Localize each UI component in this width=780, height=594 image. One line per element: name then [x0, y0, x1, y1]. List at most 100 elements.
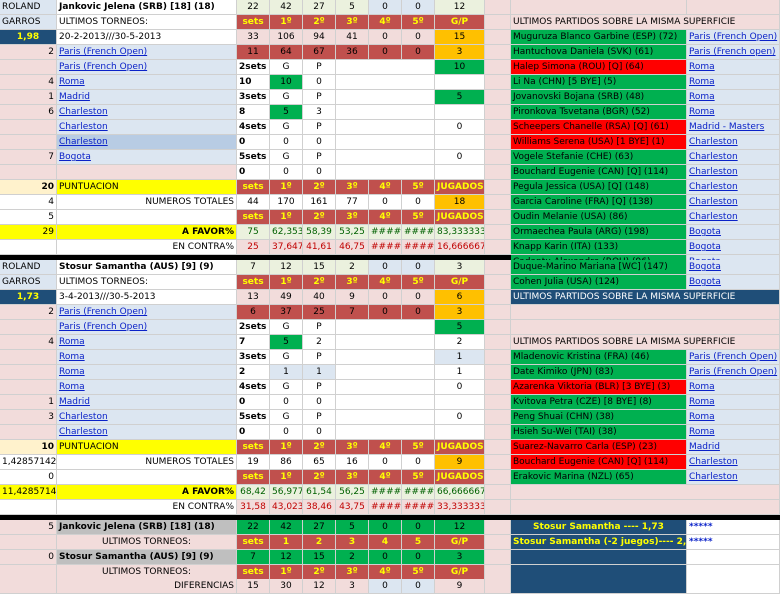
cell[interactable]: 2º [303, 565, 336, 580]
cell[interactable]: 0 [402, 195, 435, 210]
empty-cell[interactable] [435, 105, 485, 120]
cell[interactable]: 4º [369, 275, 402, 290]
empty-cell[interactable] [485, 225, 511, 240]
cell[interactable]: Scheepers Chanelle (RSA) [Q] (61) [511, 120, 687, 135]
cell[interactable]: ####### [369, 240, 402, 255]
tournament-link[interactable]: Roma [57, 335, 237, 350]
cell[interactable]: 2sets [237, 60, 270, 75]
cell[interactable]: ULTIMOS PARTIDOS SOBRE LA MISMA SUPERFIC… [511, 290, 780, 305]
cell[interactable]: G [270, 90, 303, 105]
cell[interactable]: 7 [237, 335, 270, 350]
empty-cell[interactable] [57, 210, 237, 225]
cell[interactable]: 0 [435, 150, 485, 165]
cell[interactable]: 12 [270, 550, 303, 565]
empty-cell[interactable] [336, 380, 435, 395]
cell[interactable]: 5º [402, 565, 435, 580]
cell[interactable]: Vogele Stefanie (CHE) (63) [511, 150, 687, 165]
cell[interactable]: 1º [270, 180, 303, 195]
cell[interactable]: G/P [435, 15, 485, 30]
cell[interactable]: 3 [435, 45, 485, 60]
cell[interactable]: sets [237, 470, 270, 485]
cell[interactable]: 42 [270, 0, 303, 15]
cell[interactable]: 0 [369, 305, 402, 320]
cell[interactable]: 19 [237, 455, 270, 470]
cell[interactable]: 20 [0, 180, 57, 195]
cell[interactable]: 5º [402, 440, 435, 455]
cell[interactable]: 2º [303, 275, 336, 290]
cell[interactable]: 0 [369, 45, 402, 60]
cell[interactable]: 5º [402, 275, 435, 290]
cell[interactable]: 2º [303, 180, 336, 195]
cell[interactable]: 4 [0, 195, 57, 210]
cell[interactable]: Stosur Samantha (-2 juegos)---- 2,06 [511, 535, 687, 550]
cell[interactable]: 41 [336, 30, 369, 45]
cell[interactable]: 41,61 [303, 240, 336, 255]
cell[interactable]: 4sets [237, 120, 270, 135]
cell[interactable]: 3-4-2013///30-5-2013 [57, 290, 237, 305]
cell[interactable]: 0 [303, 75, 336, 90]
tournament-link[interactable]: Charleston [57, 425, 237, 440]
tournament-link[interactable]: Bogota [687, 260, 780, 275]
cell[interactable]: Erakovic Marina (NZL) (65) [511, 470, 687, 485]
empty-cell[interactable] [485, 180, 511, 195]
empty-cell[interactable] [511, 0, 687, 15]
empty-cell[interactable] [485, 470, 511, 485]
empty-cell[interactable] [485, 410, 511, 425]
cell[interactable]: 3º [336, 180, 369, 195]
cell[interactable]: 56,977 [270, 485, 303, 500]
cell[interactable]: Date Kimiko (JPN) (83) [511, 365, 687, 380]
tournament-link[interactable]: Madrid [57, 395, 237, 410]
cell[interactable]: 1 [0, 90, 57, 105]
tournament-link[interactable]: Charleston [687, 150, 780, 165]
cell[interactable]: 3sets [237, 350, 270, 365]
cell[interactable]: 106 [270, 30, 303, 45]
tournament-link[interactable]: Paris (French Open) [57, 60, 237, 75]
cell[interactable]: 42 [270, 520, 303, 535]
cell[interactable]: 2 [0, 45, 57, 60]
empty-cell[interactable] [485, 425, 511, 440]
cell[interactable]: 6 [435, 290, 485, 305]
cell[interactable]: Kvitova Petra (CZE) [8 BYE] (8) [511, 395, 687, 410]
cell[interactable]: ROLAND [0, 260, 57, 275]
cell[interactable]: 3º [336, 470, 369, 485]
cell[interactable]: PUNTUACION [57, 440, 237, 455]
empty-cell[interactable] [485, 15, 511, 30]
cell[interactable]: 16,666667 [435, 240, 485, 255]
empty-cell[interactable] [0, 365, 57, 380]
cell[interactable]: Pegula Jessica (USA) [Q] (148) [511, 180, 687, 195]
empty-cell[interactable] [485, 275, 511, 290]
cell[interactable]: 3 [336, 579, 369, 594]
cell[interactable]: 0 [0, 550, 57, 565]
cell[interactable]: NUMEROS TOTALES [57, 195, 237, 210]
cell[interactable]: ULTIMOS TORNEOS: [57, 15, 237, 30]
tournament-link[interactable]: Charleston [57, 105, 237, 120]
tournament-link[interactable]: Roma [57, 380, 237, 395]
cell[interactable]: 0 [270, 165, 303, 180]
empty-cell[interactable] [485, 350, 511, 365]
cell[interactable]: Stosur Samantha (AUS) [9] (9) [57, 550, 237, 565]
cell[interactable]: Stosur Samantha (AUS) [9] (9) [57, 260, 237, 275]
empty-cell[interactable] [0, 565, 57, 580]
cell[interactable]: 5º [402, 180, 435, 195]
cell[interactable]: 4º [369, 440, 402, 455]
tournament-link[interactable]: Paris (French Open) [687, 365, 780, 380]
cell[interactable]: 33 [237, 30, 270, 45]
cell[interactable]: 5º [402, 470, 435, 485]
empty-cell[interactable] [687, 550, 780, 565]
cell[interactable]: 3 [0, 410, 57, 425]
cell[interactable]: Knapp Karin (ITA) (133) [511, 240, 687, 255]
cell[interactable]: sets [237, 440, 270, 455]
tournament-link[interactable]: Roma [57, 350, 237, 365]
cell[interactable]: 62,353 [270, 225, 303, 240]
cell[interactable]: 3º [336, 275, 369, 290]
empty-cell[interactable] [485, 520, 511, 535]
cell[interactable]: 5 [336, 0, 369, 15]
cell[interactable]: PUNTUACION [57, 180, 237, 195]
cell[interactable]: 0 [402, 305, 435, 320]
empty-cell[interactable] [511, 565, 687, 580]
cell[interactable]: ***** [687, 535, 780, 550]
cell[interactable]: 3º [336, 440, 369, 455]
cell[interactable]: 11,42857143 [0, 485, 57, 500]
cell[interactable]: 15 [303, 550, 336, 565]
cell[interactable]: G [270, 120, 303, 135]
